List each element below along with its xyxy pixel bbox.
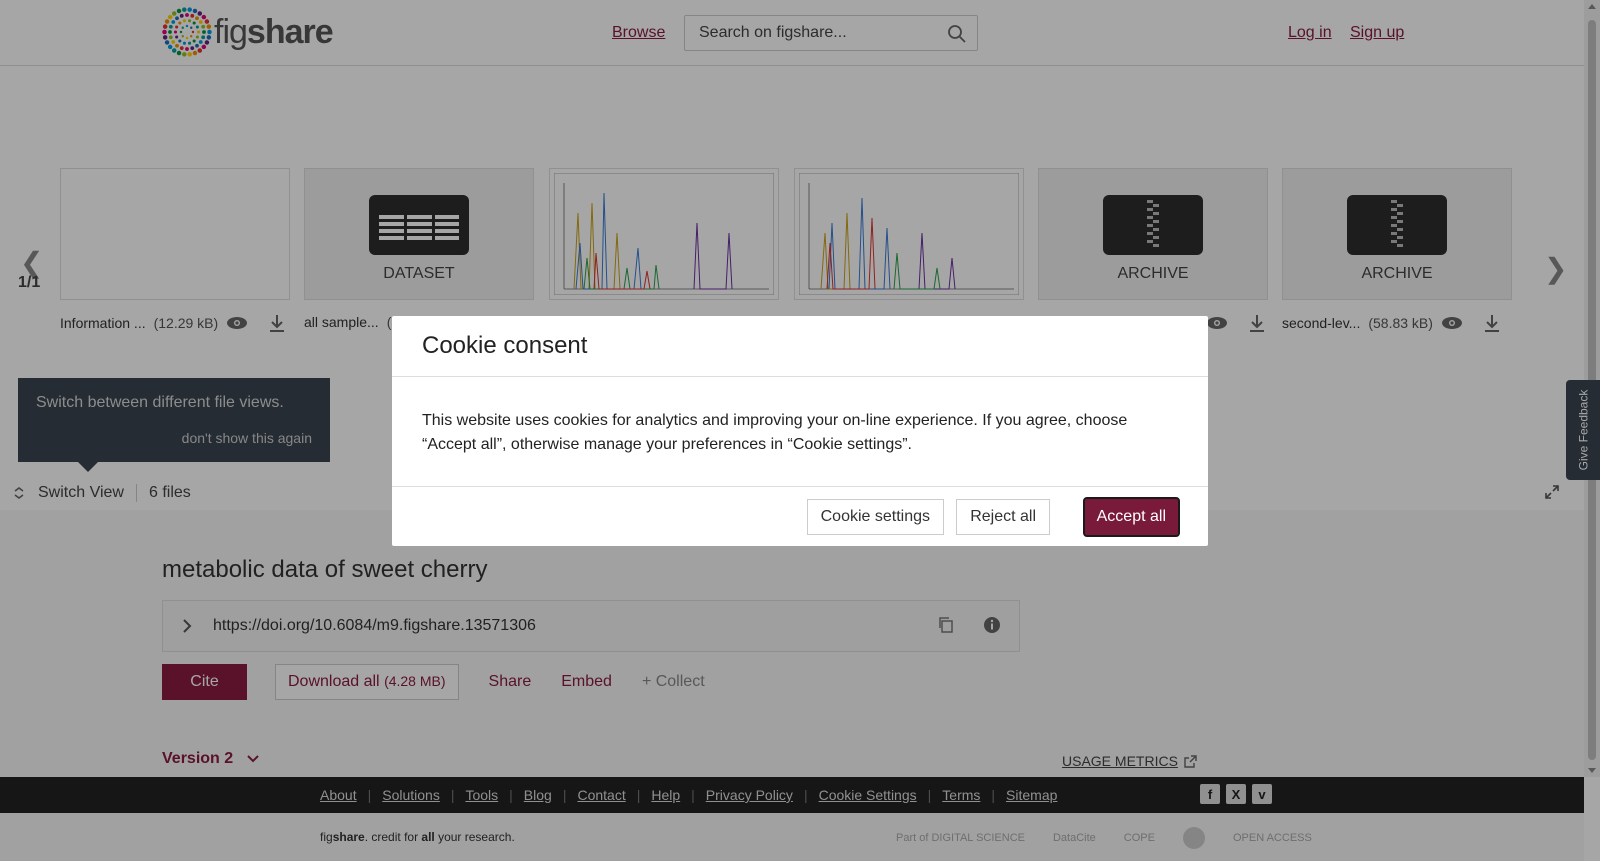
cookie-consent-dialog: Cookie consent This website uses cookies… <box>392 316 1208 546</box>
cookie-settings-button[interactable]: Cookie settings <box>806 499 944 535</box>
accept-all-button[interactable]: Accept all <box>1082 497 1180 537</box>
dialog-title: Cookie consent <box>422 332 588 359</box>
dialog-header: Cookie consent <box>392 316 1208 377</box>
reject-all-button[interactable]: Reject all <box>956 499 1050 535</box>
dialog-footer: Cookie settings Reject all Accept all <box>392 487 1208 546</box>
dialog-message: This website uses cookies for analytics … <box>422 412 1128 453</box>
dialog-body: This website uses cookies for analytics … <box>392 377 1208 487</box>
